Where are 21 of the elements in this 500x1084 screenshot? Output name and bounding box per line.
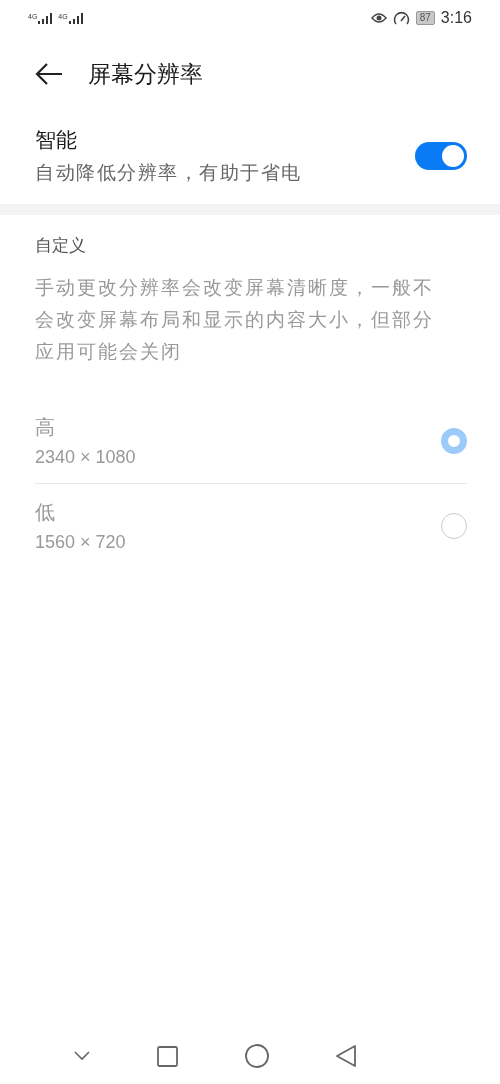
eye-icon: [370, 12, 387, 24]
speedometer-icon: [392, 10, 410, 26]
setting-title: 智能: [35, 127, 78, 154]
back-icon[interactable]: [336, 1045, 357, 1067]
chevron-down-icon[interactable]: [73, 1051, 90, 1061]
option-resolution: 2340 × 1080: [35, 447, 136, 468]
battery-indicator: 87: [415, 11, 435, 25]
signal-icon: [68, 12, 83, 24]
setting-description: 自动降低分辨率，有助于省电: [35, 160, 302, 185]
section-header: 自定义: [35, 234, 87, 257]
option-label: 低: [35, 499, 56, 526]
recent-apps-icon[interactable]: [156, 1045, 178, 1067]
option-label: 高: [35, 414, 56, 441]
page-title: 屏幕分辨率: [88, 59, 203, 89]
signal-icon: [38, 12, 53, 24]
home-icon[interactable]: [245, 1044, 270, 1068]
section-description: 手动更改分辨率会改变屏幕清晰度，一般不会改变屏幕布局和显示的内容大小，但部分应用可能会关闭: [35, 275, 435, 364]
option-resolution: 1560 × 720: [35, 532, 126, 553]
toggle-switch[interactable]: [415, 142, 467, 170]
back-arrow-icon[interactable]: [34, 62, 64, 86]
clock: 3:16: [440, 9, 472, 27]
